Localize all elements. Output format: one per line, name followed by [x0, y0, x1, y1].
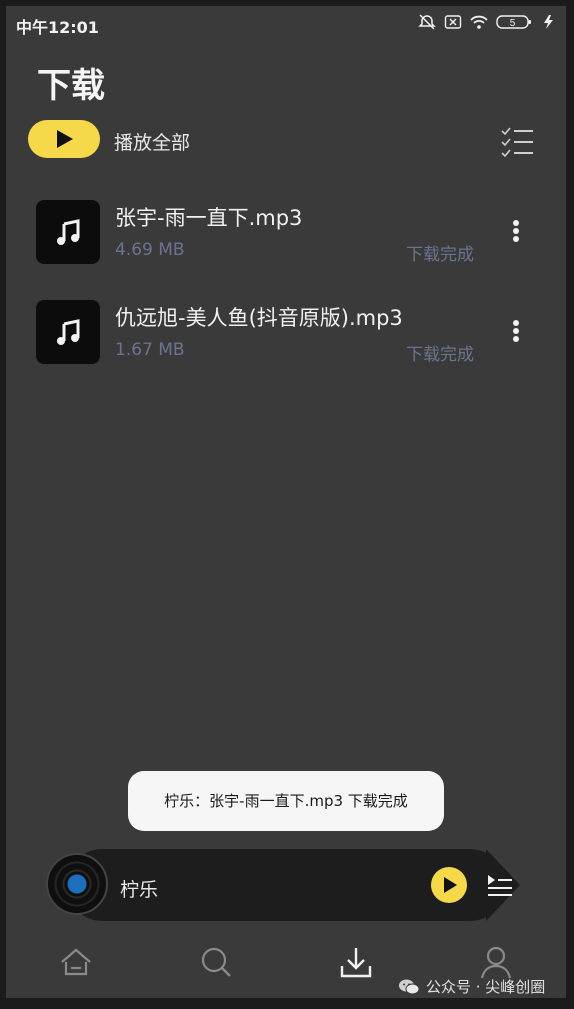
play-icon: [57, 130, 73, 148]
now-playing-title: 柠乐: [120, 879, 159, 901]
play-icon: [444, 877, 457, 893]
status-bar: 中午12:01 5: [6, 6, 566, 42]
search-icon[interactable]: [196, 942, 236, 982]
download-toast: 柠乐：张宇-雨一直下.mp3 下载完成: [128, 771, 444, 831]
file-size: 1.67 MB: [115, 340, 185, 360]
sim-icon: [444, 15, 462, 29]
download-status: 下载完成: [406, 245, 474, 265]
vinyl-disc-icon[interactable]: [46, 853, 108, 915]
music-note-icon: [57, 319, 80, 345]
home-icon[interactable]: [56, 942, 96, 982]
wifi-icon: [470, 15, 488, 29]
song-file-name: 张宇-雨一直下.mp3: [115, 206, 303, 230]
list-item[interactable]: 仇远旭-美人鱼(抖音原版).mp3 1.67 MB 下载完成: [6, 300, 566, 380]
multi-select-icon[interactable]: [500, 126, 534, 158]
battery-level: 5: [510, 18, 516, 29]
playlist-icon[interactable]: [486, 871, 514, 899]
play-all-button[interactable]: [28, 120, 100, 158]
mini-player[interactable]: 柠乐: [46, 849, 526, 921]
charging-icon: [544, 15, 553, 29]
alarm-off-icon: [418, 14, 436, 30]
battery-icon: 5: [496, 15, 531, 29]
more-options-icon[interactable]: [504, 318, 528, 348]
more-options-icon[interactable]: [504, 218, 528, 248]
song-file-name: 仇远旭-美人鱼(抖音原版).mp3: [115, 306, 403, 330]
file-size: 4.69 MB: [115, 240, 185, 260]
page-title: 下载: [37, 66, 105, 106]
status-icons: 5: [418, 14, 558, 30]
download-status: 下载完成: [406, 345, 474, 365]
watermark-text: 公众号 · 尖峰创圈: [426, 978, 546, 996]
app-screen: 中午12:01 5 下载 播放全部 张宇-雨一直下.mp3 4.69 MB 下载…: [6, 6, 566, 998]
watermark: 公众号 · 尖峰创圈: [398, 976, 545, 997]
play-all-label[interactable]: 播放全部: [114, 128, 190, 155]
wechat-icon: [399, 979, 420, 994]
list-item[interactable]: 张宇-雨一直下.mp3 4.69 MB 下载完成: [6, 200, 566, 280]
song-thumbnail: [36, 300, 100, 364]
mini-play-button[interactable]: [431, 867, 467, 903]
music-note-icon: [57, 219, 80, 245]
download-icon[interactable]: [336, 942, 376, 982]
song-thumbnail: [36, 200, 100, 264]
status-time: 中午12:01: [16, 18, 99, 37]
